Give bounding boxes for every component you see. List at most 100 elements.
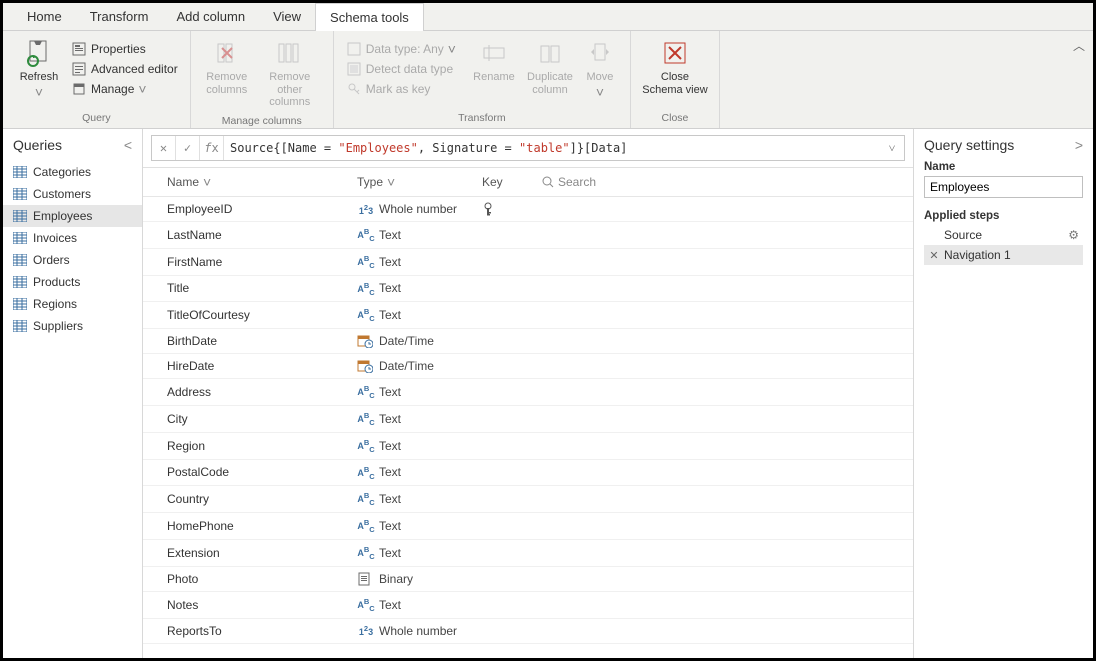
query-item-orders[interactable]: Orders xyxy=(3,249,142,271)
rename-icon xyxy=(480,39,508,67)
text-type-icon: ABC xyxy=(357,384,375,400)
query-item-label: Suppliers xyxy=(33,319,83,333)
schema-row[interactable]: HireDateDate/Time xyxy=(143,354,913,379)
ribbon-group-close: Close Schema view Close xyxy=(631,31,720,128)
text-type-icon: ABC xyxy=(357,281,375,297)
search-input[interactable]: Search xyxy=(542,175,903,189)
manage-button[interactable]: Manage ˅ xyxy=(67,79,182,99)
search-placeholder: Search xyxy=(558,175,596,189)
query-item-employees[interactable]: Employees xyxy=(3,205,142,227)
schema-row[interactable]: AddressABCText xyxy=(143,379,913,406)
column-header-key[interactable]: Key xyxy=(482,175,542,189)
binary-type-icon xyxy=(357,572,371,586)
query-item-label: Categories xyxy=(33,165,91,179)
query-name-input[interactable] xyxy=(924,176,1083,198)
query-item-invoices[interactable]: Invoices xyxy=(3,227,142,249)
manage-label: Manage xyxy=(91,82,134,96)
formula-commit-icon[interactable]: ✓ xyxy=(176,136,200,160)
schema-row[interactable]: EmployeeID123Whole number xyxy=(143,197,913,222)
delete-step-icon[interactable]: ✕ xyxy=(928,249,940,262)
collapse-queries-icon[interactable]: < xyxy=(124,137,132,153)
schema-row[interactable]: TitleOfCourtesyABCText xyxy=(143,302,913,329)
schema-row[interactable]: LastNameABCText xyxy=(143,222,913,249)
ribbon-group-manage-columns: Remove columns Remove other columns Mana… xyxy=(191,31,334,128)
field-type: Text xyxy=(379,308,482,322)
table-icon xyxy=(13,166,27,178)
collapse-ribbon-icon[interactable]: ︿ xyxy=(1073,37,1085,54)
tab-view[interactable]: View xyxy=(259,3,315,30)
query-item-customers[interactable]: Customers xyxy=(3,183,142,205)
field-type: Date/Time xyxy=(379,359,482,373)
column-header-type-label: Type xyxy=(357,175,383,189)
duplicate-column-button[interactable]: Duplicate column xyxy=(522,35,578,100)
properties-label: Properties xyxy=(91,42,146,56)
key-icon xyxy=(346,81,362,97)
field-type: Text xyxy=(379,439,482,453)
query-item-suppliers[interactable]: Suppliers xyxy=(3,315,142,337)
move-button[interactable]: Move ˅ xyxy=(578,35,622,104)
ribbon: ︿ Refresh ˅ Properties Advanced editor xyxy=(3,31,1093,129)
field-name: TitleOfCourtesy xyxy=(167,308,357,322)
formula-cancel-icon[interactable]: ✕ xyxy=(152,136,176,160)
tab-schema-tools[interactable]: Schema tools xyxy=(315,3,424,32)
schema-row[interactable]: CityABCText xyxy=(143,406,913,433)
duplicate-column-icon xyxy=(536,39,564,67)
step-label: Navigation 1 xyxy=(944,248,1011,262)
formula-bar[interactable]: ✕ ✓ fx Source{[Name = "Employees", Signa… xyxy=(151,135,905,161)
applied-steps-list: Source ⚙ ✕ Navigation 1 xyxy=(924,225,1083,265)
query-item-label: Orders xyxy=(33,253,70,267)
collapse-settings-icon[interactable]: > xyxy=(1075,137,1083,153)
gear-icon[interactable]: ⚙ xyxy=(1068,228,1079,242)
field-name: Photo xyxy=(167,572,357,586)
column-header-type[interactable]: Type˅ xyxy=(357,174,482,190)
formula-fx-icon[interactable]: fx xyxy=(200,136,224,160)
schema-row[interactable]: FirstNameABCText xyxy=(143,249,913,276)
schema-row[interactable]: NotesABCText xyxy=(143,592,913,619)
column-header-name[interactable]: Name˅ xyxy=(167,174,357,190)
step-label: Source xyxy=(944,228,982,242)
schema-row[interactable]: CountryABCText xyxy=(143,486,913,513)
schema-row[interactable]: BirthDateDate/Time xyxy=(143,329,913,354)
tab-transform[interactable]: Transform xyxy=(76,3,163,30)
formula-text[interactable]: Source{[Name = "Employees", Signature = … xyxy=(224,141,880,155)
mark-as-key-button[interactable]: Mark as key xyxy=(342,79,460,99)
tab-add-column[interactable]: Add column xyxy=(162,3,259,30)
move-label: Move xyxy=(587,71,614,84)
close-icon xyxy=(661,39,689,67)
schema-row[interactable]: HomePhoneABCText xyxy=(143,513,913,540)
schema-row[interactable]: ExtensionABCText xyxy=(143,540,913,567)
schema-row[interactable]: ReportsTo123Whole number xyxy=(143,619,913,644)
schema-row[interactable]: RegionABCText xyxy=(143,433,913,460)
close-schema-view-button[interactable]: Close Schema view xyxy=(639,35,711,100)
detect-data-type-button[interactable]: Detect data type xyxy=(342,59,460,79)
schema-row[interactable]: PostalCodeABCText xyxy=(143,460,913,487)
text-type-icon: ABC xyxy=(357,545,375,561)
remove-columns-button[interactable]: Remove columns xyxy=(199,35,255,100)
refresh-label: Refresh xyxy=(20,71,59,84)
remove-other-columns-label: Remove other columns xyxy=(257,71,323,109)
applied-step[interactable]: Source ⚙ xyxy=(924,225,1083,245)
advanced-editor-button[interactable]: Advanced editor xyxy=(67,59,182,79)
formula-expand-icon[interactable]: ˅ xyxy=(880,141,904,156)
schema-row[interactable]: PhotoBinary xyxy=(143,567,913,592)
applied-step[interactable]: ✕ Navigation 1 xyxy=(924,245,1083,265)
duplicate-column-label: Duplicate column xyxy=(524,71,576,96)
data-type-button[interactable]: Data type: Any ˅ xyxy=(342,39,460,59)
schema-row[interactable]: TitleABCText xyxy=(143,276,913,303)
tab-home[interactable]: Home xyxy=(13,3,76,30)
text-type-icon: ABC xyxy=(357,438,375,454)
query-item-regions[interactable]: Regions xyxy=(3,293,142,315)
properties-button[interactable]: Properties xyxy=(67,39,182,59)
field-name: BirthDate xyxy=(167,334,357,348)
grid-rows[interactable]: EmployeeID123Whole numberLastNameABCText… xyxy=(143,197,913,657)
query-item-categories[interactable]: Categories xyxy=(3,161,142,183)
field-name: HomePhone xyxy=(167,519,357,533)
refresh-button[interactable]: Refresh ˅ xyxy=(11,35,67,104)
field-type: Text xyxy=(379,412,482,426)
table-icon xyxy=(13,188,27,200)
rename-button[interactable]: Rename xyxy=(466,35,522,88)
data-type-icon xyxy=(346,41,362,57)
query-item-products[interactable]: Products xyxy=(3,271,142,293)
remove-other-columns-button[interactable]: Remove other columns xyxy=(255,35,325,113)
field-type: Text xyxy=(379,385,482,399)
